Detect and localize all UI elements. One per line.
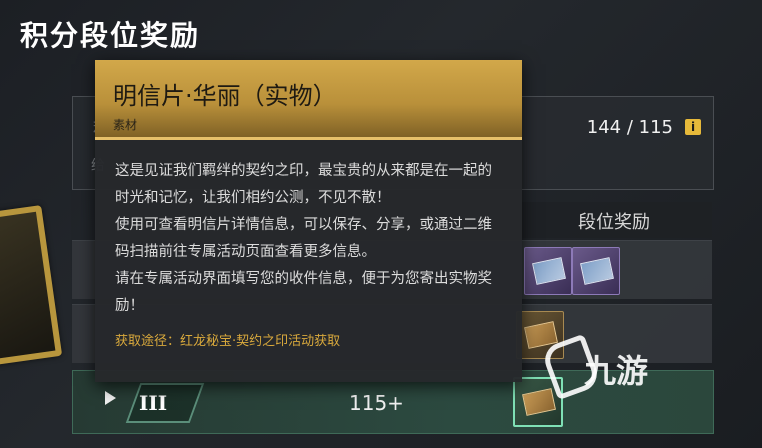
description-line: 请在专属活动界面填写您的收件信息，便于为您寄出实物奖励！ xyxy=(115,271,492,314)
play-icon[interactable] xyxy=(105,391,116,405)
item-title: 明信片·华丽（实物） xyxy=(113,82,337,110)
decorative-frame xyxy=(0,205,63,367)
page-title: 积分段位奖励 xyxy=(20,19,201,52)
tooltip-header: 明信片·华丽（实物） 素材 xyxy=(95,60,522,140)
postcard-reward-icon[interactable] xyxy=(572,247,620,295)
item-description: 这是见证我们羁绊的契约之印，最宝贵的从来都是在一起的时光和记忆，让我们相约公测，… xyxy=(115,158,500,320)
item-tooltip: 明信片·华丽（实物） 素材 这是见证我们羁绊的契约之印，最宝贵的从来都是在一起的… xyxy=(95,60,522,382)
item-category: 素材 xyxy=(113,118,138,132)
postcard-reward-icon[interactable] xyxy=(524,247,572,295)
rank-label: III xyxy=(139,391,168,415)
item-source: 获取途径：红龙秘宝·契约之印活动获取 xyxy=(115,334,341,349)
watermark-text: 九游 xyxy=(584,352,649,390)
description-line: 这是见证我们羁绊的契约之印，最宝贵的从来都是在一起的时光和记忆，让我们相约公测，… xyxy=(115,163,492,206)
row-score: 115+ xyxy=(349,391,404,415)
info-icon[interactable]: i xyxy=(685,119,701,135)
points-score: 144 / 115 xyxy=(586,117,673,138)
description-line: 使用可查看明信片详情信息，可以保存、分享，或通过二维码扫描前往专属活动页面查看更… xyxy=(115,217,492,260)
reward-header-label: 段位奖励 xyxy=(578,212,650,233)
reward-column-header: 段位奖励 xyxy=(520,202,712,238)
